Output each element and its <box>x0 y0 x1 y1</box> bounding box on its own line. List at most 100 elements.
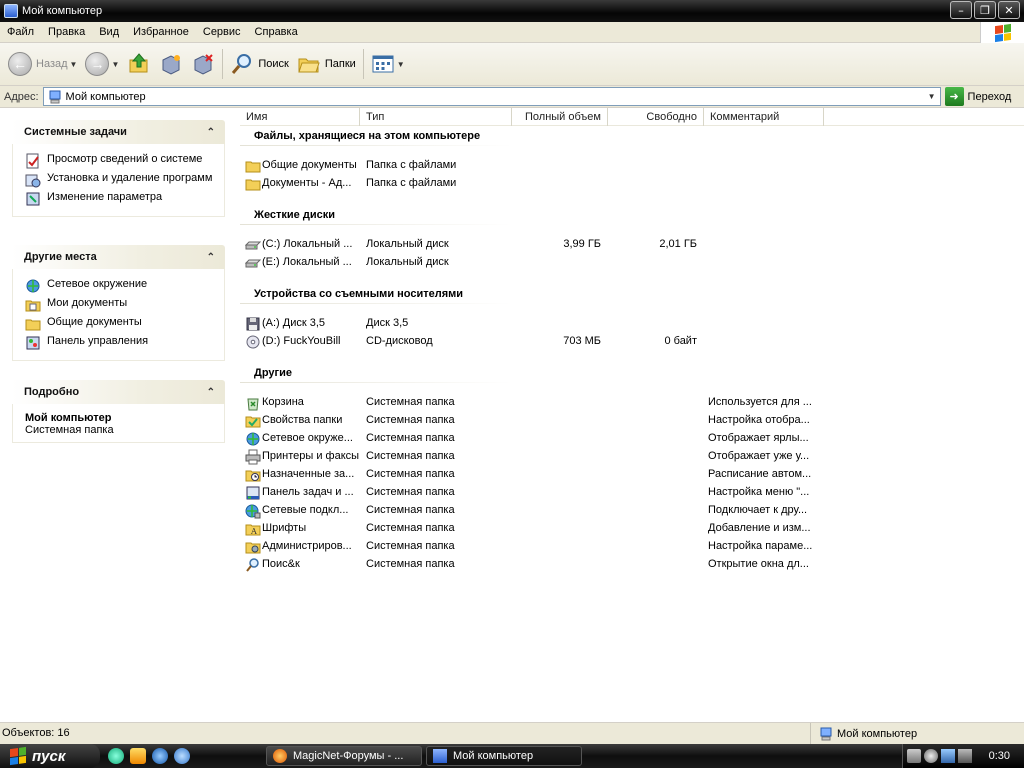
shared-documents-link[interactable]: Общие документы <box>25 316 216 332</box>
folders-button[interactable]: Папки <box>293 46 360 82</box>
status-bar: Объектов: 16 Мой компьютер <box>0 722 1024 745</box>
control-panel-icon <box>26 336 40 350</box>
network-connections-icon <box>245 504 261 519</box>
search-label: Поиск <box>258 58 289 70</box>
search-button[interactable]: Поиск <box>226 46 292 82</box>
column-total-size[interactable]: Полный объем <box>512 108 608 126</box>
other-places-panel: Другие места ⌃ Сетевое окружение Мои док… <box>12 245 225 361</box>
file-list-item[interactable]: (E:) Локальный ... Локальный диск <box>240 254 1024 272</box>
column-free-space[interactable]: Свободно <box>608 108 704 126</box>
tray-device-icon[interactable] <box>958 749 972 763</box>
scheduled-tasks-icon <box>245 470 261 482</box>
group-header: Другие <box>254 367 292 379</box>
column-comment[interactable]: Комментарий <box>704 108 824 126</box>
title-bar[interactable]: Мой компьютер – ❐ ✕ <box>0 0 1024 22</box>
menu-edit[interactable]: Правка <box>41 22 92 43</box>
move-to-button[interactable] <box>155 46 187 82</box>
clock: 0:30 <box>988 750 1010 762</box>
add-remove-programs-link[interactable]: Установка и удаление программ <box>25 172 216 188</box>
file-list-item[interactable]: Сетевые подкл... Системная папка Подключае… <box>240 502 1024 520</box>
my-computer-icon <box>433 749 447 763</box>
change-setting-link[interactable]: Изменение параметра <box>25 191 216 207</box>
address-dropdown-icon[interactable]: ▼ <box>923 88 940 105</box>
item-name: Документы - Ад... <box>262 177 352 189</box>
menu-tools[interactable]: Сервис <box>196 22 248 43</box>
file-list-item[interactable]: Поис&к Системная папка Открытие окна дл... <box>240 556 1024 574</box>
address-bar: Адрес: Мой компьютер ▼ ➜ Переход <box>0 86 1024 108</box>
collapse-icon[interactable]: ⌃ <box>207 252 215 263</box>
delete-button[interactable] <box>187 46 219 82</box>
go-button[interactable]: ➜ Переход <box>944 87 1011 106</box>
media-player-icon[interactable] <box>108 748 124 764</box>
file-list-item[interactable]: Общие документы Папка с файлами <box>240 157 1024 175</box>
other-places-header[interactable]: Другие места ⌃ <box>12 245 225 269</box>
item-name: Общие документы <box>262 159 357 171</box>
file-list-item[interactable]: Панель задач и ... Системная папка Настрой… <box>240 484 1024 502</box>
item-name: Панель задач и ... <box>262 486 354 498</box>
column-name[interactable]: Имя <box>240 108 360 126</box>
start-button[interactable]: пуск <box>0 744 100 768</box>
restore-button[interactable]: ❐ <box>974 1 996 19</box>
internet-explorer-icon[interactable] <box>152 748 168 764</box>
folder-icon <box>245 179 261 191</box>
file-list-item[interactable]: (C:) Локальный ... Локальный диск 3,99 ГБ 2… <box>240 236 1024 254</box>
system-tasks-title: Системные задачи <box>24 126 127 138</box>
control-panel-link[interactable]: Панель управления <box>25 335 216 351</box>
network-tray-icon[interactable] <box>941 749 955 763</box>
file-list-item[interactable]: A Шрифты Системная папка Добавление и изм..… <box>240 520 1024 538</box>
up-button[interactable] <box>123 46 155 82</box>
collapse-icon[interactable]: ⌃ <box>207 127 215 138</box>
forward-dropdown-icon[interactable]: ▼ <box>111 60 119 69</box>
item-comment: Настройка отобра... <box>708 414 810 426</box>
system-tasks-header[interactable]: Системные задачи ⌃ <box>12 120 225 144</box>
file-list-item[interactable]: Назначенные за... Системная папка Расписан… <box>240 466 1024 484</box>
collapse-icon[interactable]: ⌃ <box>207 387 215 398</box>
close-button[interactable]: ✕ <box>998 1 1020 19</box>
task-my-computer[interactable]: Мой компьютер <box>426 746 582 766</box>
network-places-link[interactable]: Сетевое окружение <box>25 278 216 294</box>
hard-disk-icon <box>245 241 261 250</box>
item-comment: Расписание автом... <box>708 468 812 480</box>
file-list-item[interactable]: Сетевое окруже... Системная папка Отобража… <box>240 430 1024 448</box>
address-input[interactable]: Мой компьютер ▼ <box>42 87 941 106</box>
item-type: Папка с файлами <box>366 177 457 189</box>
column-type[interactable]: Тип <box>360 108 512 126</box>
file-list-item[interactable]: Документы - Ад... Папка с файлами <box>240 175 1024 193</box>
system-info-icon <box>26 153 39 169</box>
item-comment: Подключает к дру... <box>708 504 808 516</box>
move-to-icon <box>162 55 181 75</box>
view-system-info-link[interactable]: Просмотр сведений о системе <box>25 153 216 169</box>
file-list-item[interactable]: Принтеры и факсы Системная папка Отображае… <box>240 448 1024 466</box>
group-header: Устройства со съемными носителями <box>254 288 464 300</box>
minimize-button[interactable]: – <box>950 1 972 19</box>
menu-favorites[interactable]: Избранное <box>126 22 196 43</box>
file-list-item[interactable]: (D:) FuckYouBill CD-дисковод 703 МБ 0 байт <box>240 333 1024 351</box>
task-magicnet-forum[interactable]: MagicNet-Форумы - ... <box>266 746 422 766</box>
my-documents-link[interactable]: Мои документы <box>25 297 216 313</box>
views-dropdown-icon[interactable]: ▼ <box>397 60 405 69</box>
forward-button[interactable]: → ▼ <box>81 46 123 82</box>
menu-view[interactable]: Вид <box>92 22 126 43</box>
file-list-item[interactable]: Корзина Системная папка Используется для .… <box>240 394 1024 412</box>
back-button[interactable]: ← Назад ▼ <box>4 46 81 82</box>
menu-file[interactable]: Файл <box>0 22 41 43</box>
tray-app-icon[interactable] <box>907 749 921 763</box>
folder-up-icon <box>129 53 148 73</box>
back-label: Назад <box>36 58 68 70</box>
winamp-icon[interactable] <box>130 748 146 764</box>
file-list-item[interactable]: Администриров... Системная папка Настройка… <box>240 538 1024 556</box>
show-desktop-icon[interactable] <box>174 748 190 764</box>
volume-icon[interactable] <box>924 749 938 763</box>
taskbar-settings-icon <box>246 486 260 500</box>
file-list-item[interactable]: Свойства папки Системная папка Настройка о… <box>240 412 1024 430</box>
details-header[interactable]: Подробно ⌃ <box>12 380 225 404</box>
printer-icon <box>245 449 261 465</box>
floppy-icon <box>246 317 260 331</box>
views-button[interactable]: ▼ <box>367 46 409 82</box>
back-dropdown-icon[interactable]: ▼ <box>70 60 78 69</box>
file-list-item[interactable]: (A:) Диск 3,5 Диск 3,5 <box>240 315 1024 333</box>
item-type: Системная папка <box>366 558 455 570</box>
my-computer-icon <box>820 727 832 741</box>
delete-icon <box>194 54 214 75</box>
menu-help[interactable]: Справка <box>248 22 305 43</box>
